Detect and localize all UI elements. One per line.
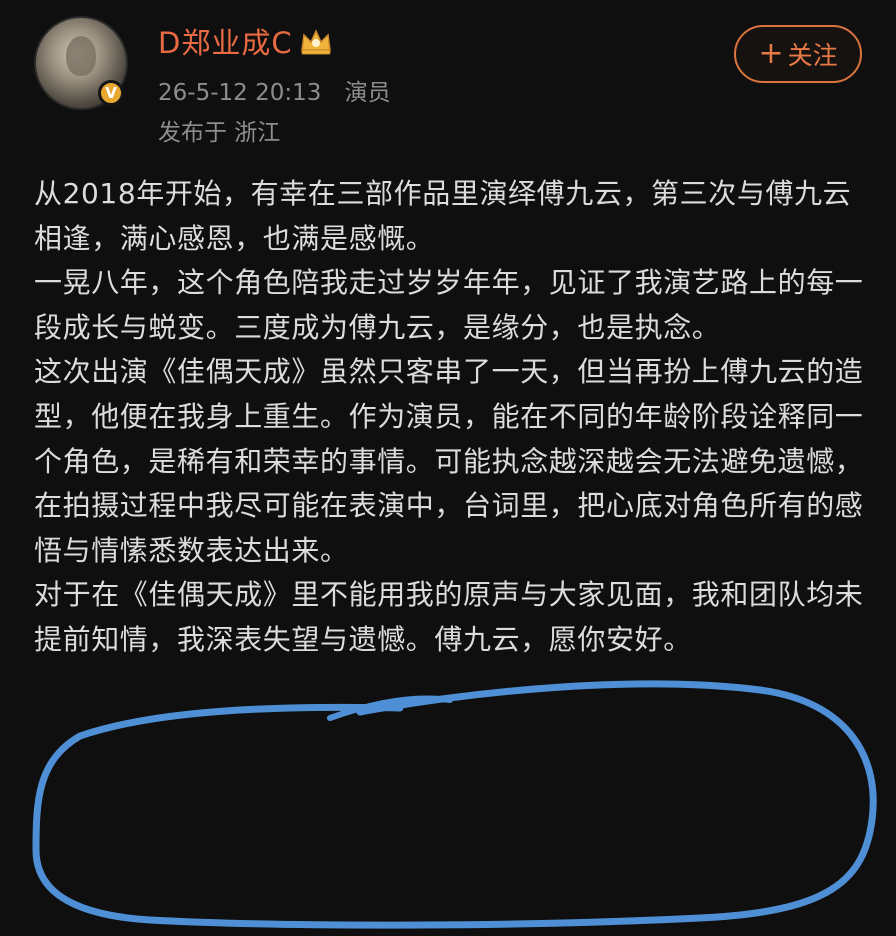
username[interactable]: D郑业成C	[158, 20, 333, 62]
user-role: 演员	[344, 80, 391, 106]
post-paragraph: 对于在《佳偶天成》里不能用我的原声与大家见面，我和团队均未提前知情，我深表失望与…	[34, 578, 864, 656]
post-paragraph: 一晃八年，这个角色陪我走过岁岁年年，见证了我演艺路上的每一段成长与蜕变。三度成为…	[34, 266, 864, 344]
post-meta: 26-5-12 20:13 演员	[158, 73, 391, 107]
username-text: D郑业成C	[158, 26, 293, 60]
verified-badge-icon: V	[98, 80, 124, 106]
crown-icon	[300, 29, 331, 55]
plus-icon: +	[758, 36, 784, 71]
post-paragraph: 这次出演《佳偶天成》虽然只客串了一天，但当再扮上傅九云的造型，他便在我身上重生。…	[34, 355, 864, 567]
avatar-face	[66, 36, 96, 76]
post-location: 发布于 浙江	[158, 120, 281, 146]
follow-button-label: 关注	[787, 41, 838, 70]
follow-button[interactable]: + 关注	[734, 25, 862, 83]
post-timestamp: 26-5-12 20:13	[158, 80, 322, 106]
post-body: 从2018年开始，有幸在三部作品里演绎傅九云，第三次与傅九云相逢，满心感恩，也满…	[34, 172, 874, 663]
post-paragraph: 从2018年开始，有幸在三部作品里演绎傅九云，第三次与傅九云相逢，满心感恩，也满…	[34, 177, 852, 255]
